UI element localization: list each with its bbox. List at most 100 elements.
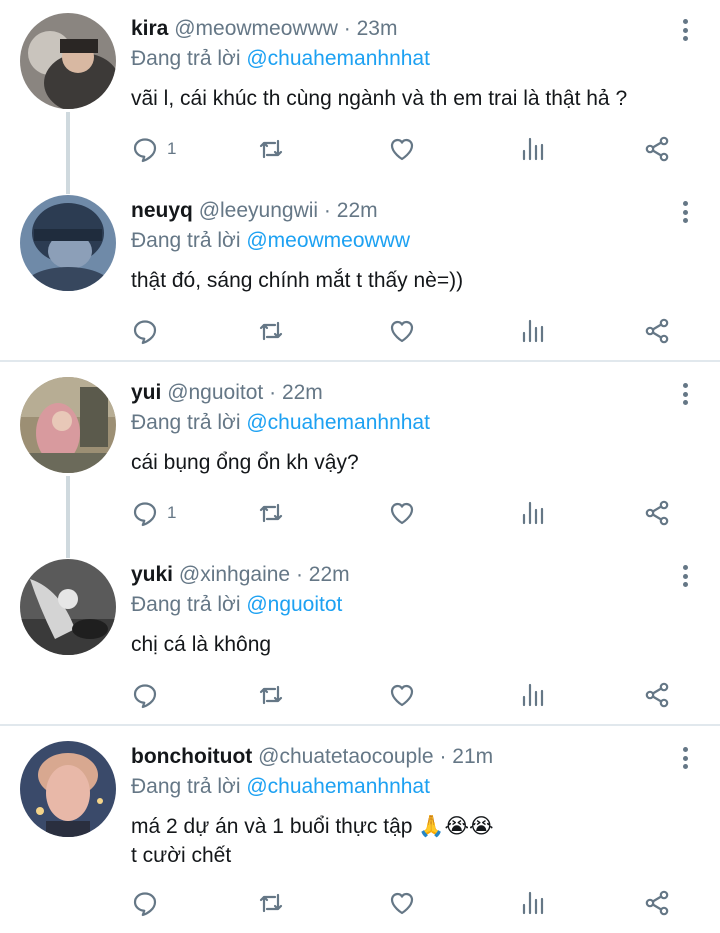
tweet[interactable]: bonchoituot @chuatetaocouple · 21m Đang … [0, 726, 720, 933]
timestamp[interactable]: 22m [337, 199, 378, 222]
avatar[interactable] [20, 559, 116, 655]
avatar[interactable] [20, 377, 116, 473]
more-options-icon[interactable] [680, 745, 690, 771]
separator-dot: · [323, 199, 331, 222]
replying-to-label: Đang trả lời [131, 229, 241, 252]
retweet-button[interactable] [257, 888, 285, 918]
display-name[interactable]: yui [131, 381, 161, 404]
retweet-icon [259, 893, 283, 913]
stats-icon [522, 683, 544, 707]
share-button[interactable] [643, 316, 671, 346]
like-button[interactable] [388, 498, 416, 528]
tweet-text: thật đó, sáng chính mắt t thấy nè=)) [131, 266, 700, 295]
stats-icon [522, 501, 544, 525]
share-icon [645, 682, 669, 708]
tweet-line: chị cá là không [131, 633, 272, 656]
stats-button[interactable] [519, 498, 547, 528]
retweet-button[interactable] [257, 134, 285, 164]
tweet[interactable]: neuyq @leeyungwii · 22m Đang trả lời @me… [0, 180, 720, 360]
reply-mention[interactable]: @meowmeowww [246, 229, 410, 252]
tweet-line: thật đó, sáng chính mắt t thấy nè=)) [131, 269, 464, 292]
display-name[interactable]: kira [131, 17, 168, 40]
retweet-icon [259, 685, 283, 705]
separator-dot: · [269, 381, 277, 404]
like-icon [390, 138, 414, 161]
user-handle[interactable]: @chuatetaocouple [258, 745, 433, 768]
like-icon [390, 320, 414, 343]
display-name[interactable]: bonchoituot [131, 745, 252, 768]
tweet[interactable]: yui @nguoitot · 22m Đang trả lời @chuahe… [0, 362, 720, 544]
stats-button[interactable] [519, 134, 547, 164]
reply-button[interactable] [131, 316, 167, 346]
share-button[interactable] [643, 680, 671, 710]
user-handle[interactable]: @xinhgaine [179, 563, 290, 586]
stats-button[interactable] [519, 680, 547, 710]
retweet-button[interactable] [257, 316, 285, 346]
reply-count: 1 [167, 503, 177, 522]
share-button[interactable] [643, 134, 671, 164]
reply-icon [133, 138, 157, 163]
tweet-text: cái bụng ổng ổn kh vậy? [131, 448, 700, 477]
like-icon [390, 502, 414, 525]
reply-count: 1 [167, 139, 177, 158]
emoji-group: 🙏😭😭 [418, 814, 494, 838]
tweet-line: t cười chết [131, 844, 232, 867]
reply-mention[interactable]: @nguoitot [246, 593, 342, 616]
user-handle[interactable]: @leeyungwii [199, 199, 318, 222]
stats-button[interactable] [519, 888, 547, 918]
display-name[interactable]: yuki [131, 563, 173, 586]
user-handle[interactable]: @nguoitot [167, 381, 263, 404]
replying-to-label: Đang trả lời [131, 775, 241, 798]
reply-mention[interactable]: @chuahemanhnhat [246, 47, 430, 70]
reply-button[interactable] [131, 680, 167, 710]
more-options-icon[interactable] [680, 381, 690, 407]
retweet-button[interactable] [257, 680, 285, 710]
retweet-button[interactable] [257, 498, 285, 528]
separator-dot: · [295, 563, 303, 586]
reply-mention[interactable]: @chuahemanhnhat [246, 411, 430, 434]
stats-icon [522, 319, 544, 343]
like-button[interactable] [388, 680, 416, 710]
like-icon [390, 892, 414, 915]
reply-button[interactable]: 1 [131, 498, 176, 528]
share-icon [645, 500, 669, 526]
timestamp[interactable]: 23m [357, 17, 398, 40]
avatar[interactable] [20, 13, 116, 109]
stats-button[interactable] [519, 316, 547, 346]
retweet-icon [259, 503, 283, 523]
tweet[interactable]: yuki @xinhgaine · 22m Đang trả lời @nguo… [0, 544, 720, 724]
share-button[interactable] [643, 498, 671, 528]
stats-icon [522, 891, 544, 915]
tweet[interactable]: kira @meowmeowww · 23m Đang trả lời @chu… [0, 0, 720, 180]
display-name[interactable]: neuyq [131, 199, 193, 222]
avatar[interactable] [20, 741, 116, 837]
reply-icon [133, 684, 157, 709]
tweet-line: má 2 dự án và 1 buổi thực tập [131, 815, 413, 838]
like-button[interactable] [388, 888, 416, 918]
share-icon [645, 136, 669, 162]
replying-to-label: Đang trả lời [131, 593, 241, 616]
more-options-icon[interactable] [680, 17, 690, 43]
like-button[interactable] [388, 134, 416, 164]
timestamp[interactable]: 21m [452, 745, 493, 768]
like-icon [390, 684, 414, 707]
avatar-image [20, 559, 116, 655]
avatar[interactable] [20, 195, 116, 291]
like-button[interactable] [388, 316, 416, 346]
reply-icon [133, 892, 157, 917]
timestamp[interactable]: 22m [282, 381, 323, 404]
reply-button[interactable] [131, 888, 167, 918]
retweet-icon [259, 139, 283, 159]
user-handle[interactable]: @meowmeowww [174, 17, 338, 40]
share-icon [645, 318, 669, 344]
share-button[interactable] [643, 888, 671, 918]
more-options-icon[interactable] [680, 199, 690, 225]
reply-mention[interactable]: @chuahemanhnhat [246, 775, 430, 798]
timestamp[interactable]: 22m [309, 563, 350, 586]
replying-to-label: Đang trả lời [131, 47, 241, 70]
stats-icon [522, 137, 544, 161]
replying-to-label: Đang trả lời [131, 411, 241, 434]
reply-button[interactable]: 1 [131, 134, 176, 164]
avatar-image [20, 13, 116, 109]
more-options-icon[interactable] [680, 563, 690, 589]
